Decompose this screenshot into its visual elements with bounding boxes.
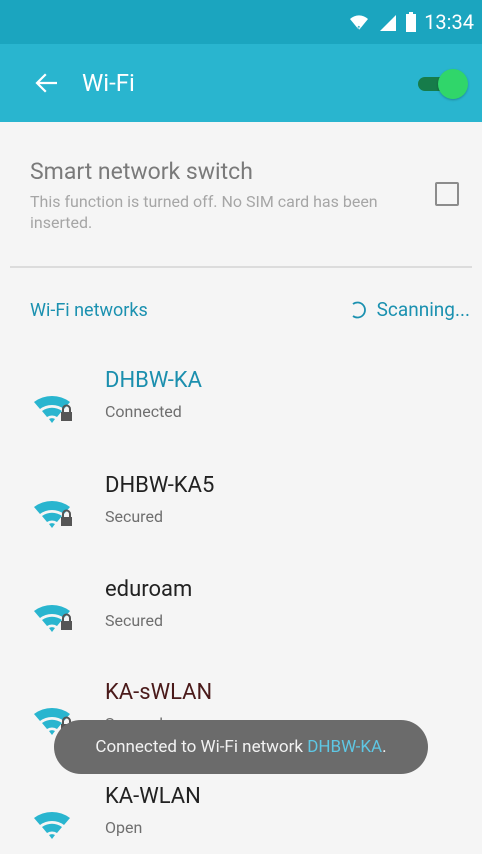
toast-network-name: DHBW-KA [307,737,383,757]
wifi-secured-icon [34,501,72,528]
smart-switch-title: Smart network switch [30,158,253,185]
wifi-networks-header: Wi-Fi networks [30,300,148,321]
network-name: KA-WLAN [105,784,201,809]
status-bar: ↕ 13:34 [0,0,482,44]
svg-text:↕: ↕ [356,25,362,32]
page-title: Wi-Fi [82,69,135,97]
network-item-dhbw-ka[interactable]: DHBW-KA Connected [0,368,482,468]
wifi-open-icon [34,812,70,839]
battery-icon [406,12,417,32]
network-name: DHBW-KA5 [105,473,215,498]
network-item-dhbw-ka5[interactable]: DHBW-KA5 Secured [0,473,482,573]
toggle-thumb [438,69,468,99]
network-name: KA-sWLAN [105,680,213,705]
network-status: Secured [105,611,163,630]
connection-toast: Connected to Wi-Fi network DHBW-KA . [54,720,428,774]
wifi-secured-icon [34,396,72,423]
status-time: 13:34 [424,10,474,34]
wifi-secured-icon [34,605,72,632]
toast-suffix: . [382,737,387,757]
network-name: eduroam [105,577,193,602]
network-status: Open [105,818,143,837]
scanning-indicator: Scanning... [349,298,470,321]
network-name: DHBW-KA [105,368,202,393]
network-item-ka-wlan[interactable]: KA-WLAN Open [0,784,482,854]
network-status: Connected [105,402,182,421]
smart-switch-description: This function is turned off. No SIM card… [30,192,378,232]
smart-network-switch-row[interactable]: Smart network switch This function is tu… [0,122,482,267]
app-bar: Wi-Fi [0,44,482,122]
wifi-settings-screen: ↕ 13:34 Wi-Fi Smart network switch This … [0,0,482,854]
network-item-eduroam[interactable]: eduroam Secured [0,577,482,677]
scanning-label: Scanning... [376,298,470,321]
wifi-status-icon: ↕ [348,12,370,32]
smart-switch-checkbox[interactable] [435,182,459,206]
wifi-toggle[interactable] [414,67,468,99]
network-status: Secured [105,507,163,526]
toast-prefix: Connected to Wi-Fi network [95,737,308,757]
divider [10,266,472,268]
signal-strength-icon [378,13,398,31]
back-arrow-icon[interactable] [30,67,62,99]
scanning-spinner-icon [352,301,366,318]
